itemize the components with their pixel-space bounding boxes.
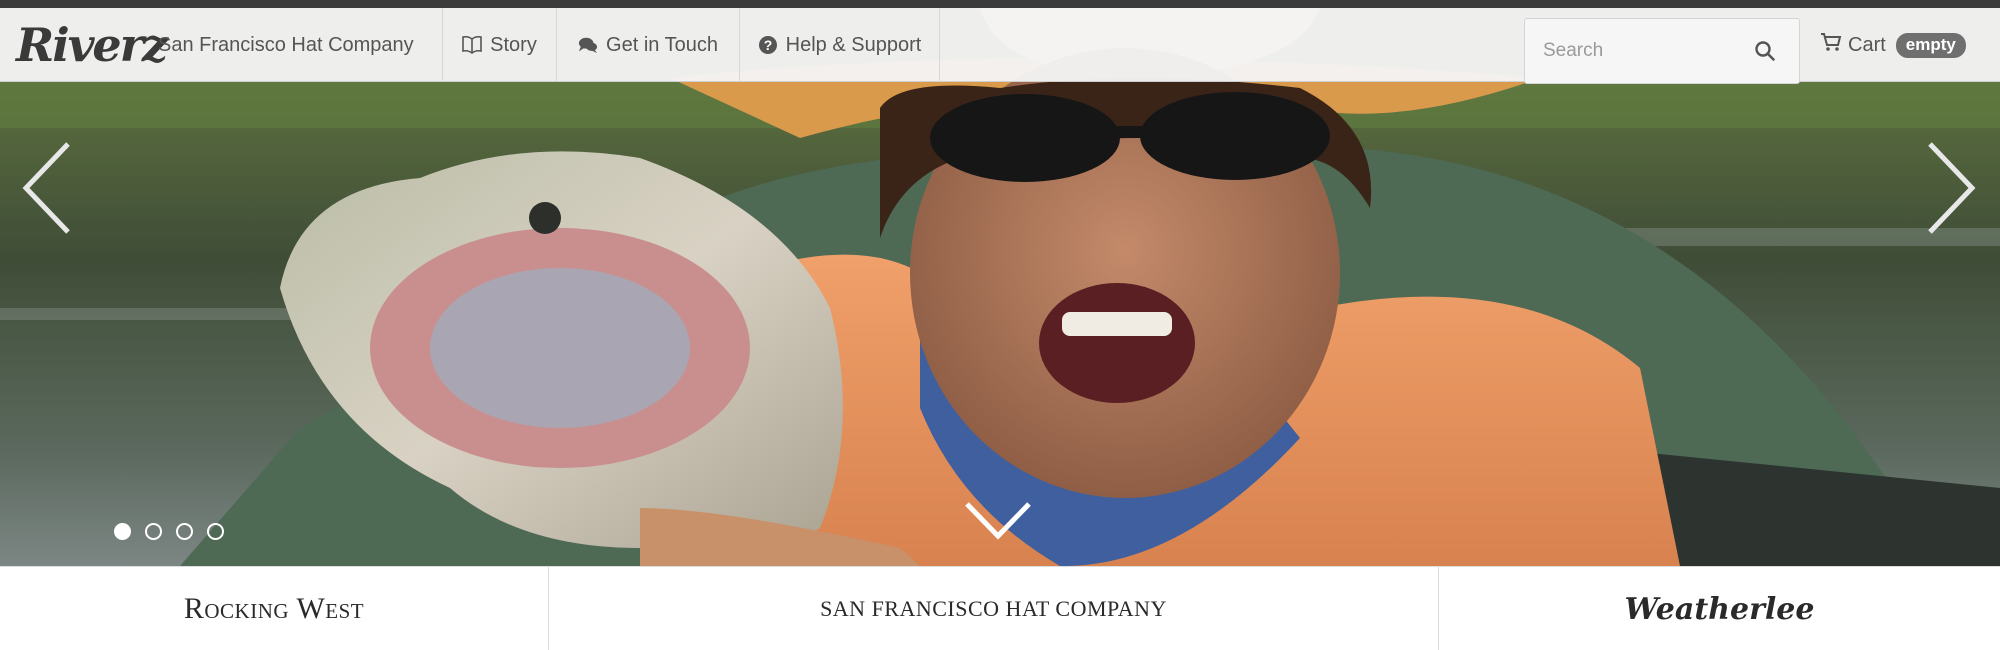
nav-help-support-link[interactable]: ? Help & Support xyxy=(739,8,940,82)
site-logo[interactable]: Riverz xyxy=(16,12,168,78)
chevron-down-icon[interactable] xyxy=(963,498,1033,542)
brand-rocking-west[interactable]: Rocking West xyxy=(0,567,549,650)
brand-weatherlee[interactable]: Weatherlee xyxy=(1439,567,2000,650)
carousel-dot[interactable] xyxy=(114,523,131,540)
nav-help-support-label: Help & Support xyxy=(785,33,922,56)
hero-carousel xyxy=(0,8,2000,566)
chevron-right-icon[interactable] xyxy=(1918,138,1978,238)
nav-story-link[interactable]: Story xyxy=(442,8,556,82)
chat-bubbles-icon xyxy=(578,35,598,55)
brand-rocking-west-logo: Rocking West xyxy=(183,592,365,625)
brand-tagline[interactable]: San Francisco Hat Company xyxy=(158,8,414,82)
cart-link[interactable]: Cart empty xyxy=(1820,8,1966,82)
carousel-dot[interactable] xyxy=(176,523,193,540)
carousel-dot[interactable] xyxy=(145,523,162,540)
brand-sf-hat-logo: San Francisco Hat Company xyxy=(820,596,1167,621)
shopping-cart-icon xyxy=(1820,32,1842,58)
book-icon xyxy=(462,35,482,55)
chevron-left-icon[interactable] xyxy=(20,138,80,238)
nav-get-in-touch-label: Get in Touch xyxy=(606,33,718,56)
brand-san-francisco-hat-company[interactable]: San Francisco Hat Company xyxy=(549,567,1439,650)
navbar: Riverz San Francisco Hat Company Story G… xyxy=(0,8,2000,84)
search-icon[interactable] xyxy=(1749,35,1781,67)
nav-get-in-touch-link[interactable]: Get in Touch xyxy=(556,8,739,82)
brand-strip: Rocking West San Francisco Hat Company W… xyxy=(0,566,2000,650)
search-input[interactable] xyxy=(1525,19,1745,83)
nav-story-label: Story xyxy=(490,33,537,56)
cart-label: Cart xyxy=(1848,33,1886,56)
carousel-indicators xyxy=(114,523,224,540)
search-box xyxy=(1524,18,1800,84)
svg-text:?: ? xyxy=(763,37,772,53)
brand-weatherlee-logo: Weatherlee xyxy=(1624,591,1815,627)
question-circle-icon: ? xyxy=(758,35,778,55)
cart-status-badge: empty xyxy=(1895,32,1966,58)
hero-photo xyxy=(0,8,2000,566)
carousel-dot[interactable] xyxy=(207,523,224,540)
top-strip xyxy=(0,0,2000,8)
